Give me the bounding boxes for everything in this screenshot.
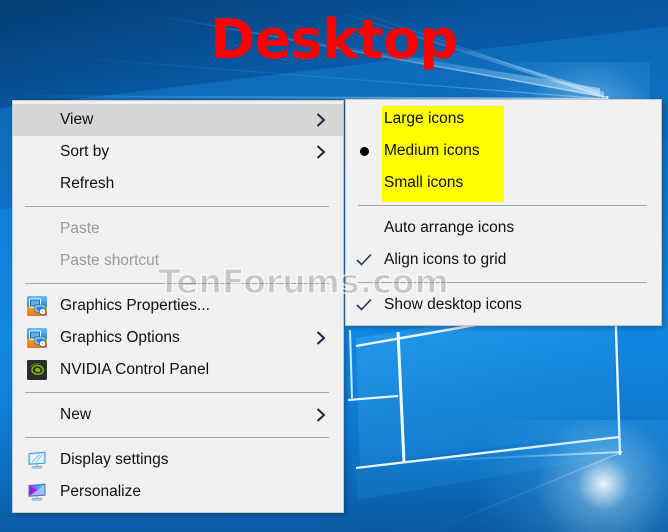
menu-item-label: Graphics Options	[60, 329, 180, 347]
menu-item-icon-slot: i	[13, 295, 60, 317]
nvidia-icon	[26, 360, 47, 380]
menu-item-label: View	[60, 111, 94, 129]
menu-item-label: Refresh	[60, 175, 115, 193]
menu-item-label: Display settings	[60, 451, 169, 469]
menu-item-label: Graphics Properties...	[60, 297, 210, 315]
svg-text:i: i	[41, 309, 42, 314]
submenu-item-label: Auto arrange icons	[384, 219, 515, 237]
submenu-separator	[358, 282, 647, 283]
chevron-right-icon	[316, 331, 326, 346]
menu-separator	[25, 206, 329, 207]
menu-item-graphics-properties[interactable]: i Graphics Properties...	[13, 290, 343, 322]
check-icon	[356, 253, 372, 266]
intel-graphics-icon: i	[26, 296, 47, 316]
menu-item-sort-by[interactable]: Sort by	[13, 136, 343, 168]
menu-item-icon-slot	[13, 449, 60, 471]
submenu-item-label: Align icons to grid	[384, 251, 507, 269]
menu-item-label: New	[60, 406, 92, 424]
chevron-right-icon	[316, 113, 326, 128]
menu-item-nvidia-control-panel[interactable]: NVIDIA Control Panel	[13, 354, 343, 386]
menu-item-label: Paste shortcut	[60, 252, 160, 270]
menu-item-icon-slot	[13, 481, 60, 503]
menu-item-paste: Paste	[13, 213, 343, 245]
submenu-item-small-icons[interactable]: Small icons	[346, 167, 661, 199]
submenu-item-label: Large icons	[384, 110, 465, 128]
menu-separator	[25, 392, 329, 393]
radio-selected-icon	[359, 146, 369, 156]
page-title: Desktop	[210, 8, 458, 71]
submenu-item-marker-slot	[346, 253, 382, 267]
chevron-right-icon	[316, 408, 326, 423]
submenu-item-marker-slot	[346, 298, 382, 312]
chevron-right-icon	[316, 145, 326, 160]
menu-item-label: Paste	[60, 220, 100, 238]
menu-item-icon-slot: i	[13, 327, 60, 349]
menu-item-refresh[interactable]: Refresh	[13, 168, 343, 200]
menu-separator	[25, 283, 329, 284]
submenu-separator	[358, 205, 647, 206]
display-settings-icon	[28, 451, 45, 469]
menu-item-paste-shortcut: Paste shortcut	[13, 245, 343, 277]
submenu-item-marker-slot	[346, 146, 382, 156]
menu-item-new[interactable]: New	[13, 399, 343, 431]
submenu-item-label: Medium icons	[384, 142, 480, 160]
menu-item-view[interactable]: View	[13, 104, 343, 136]
menu-item-icon-slot	[13, 359, 60, 381]
menu-item-label: Personalize	[60, 483, 141, 501]
desktop-context-menu[interactable]: View Sort by Refresh Paste Paste shortcu…	[12, 100, 344, 513]
menu-item-display-settings[interactable]: Display settings	[13, 444, 343, 476]
check-icon	[356, 298, 372, 311]
menu-item-label: NVIDIA Control Panel	[60, 361, 210, 379]
screen: Desktop View Sort by Refresh Paste Paste…	[0, 0, 668, 532]
submenu-item-medium-icons[interactable]: Medium icons	[346, 135, 661, 167]
submenu-item-show-desktop-icons[interactable]: Show desktop icons	[346, 289, 661, 321]
submenu-item-align-icons-to-grid[interactable]: Align icons to grid	[346, 244, 661, 276]
submenu-item-auto-arrange-icons[interactable]: Auto arrange icons	[346, 212, 661, 244]
view-submenu[interactable]: Large icons Medium icons Small icons Aut…	[345, 99, 662, 326]
submenu-item-label: Small icons	[384, 174, 464, 192]
intel-graphics-icon: i	[26, 328, 47, 348]
personalize-icon	[28, 483, 45, 501]
submenu-item-large-icons[interactable]: Large icons	[346, 103, 661, 135]
menu-separator	[25, 437, 329, 438]
menu-item-label: Sort by	[60, 143, 110, 161]
submenu-item-label: Show desktop icons	[384, 296, 522, 314]
menu-item-graphics-options[interactable]: i Graphics Options	[13, 322, 343, 354]
menu-item-personalize[interactable]: Personalize	[13, 476, 343, 508]
svg-text:i: i	[41, 341, 42, 346]
